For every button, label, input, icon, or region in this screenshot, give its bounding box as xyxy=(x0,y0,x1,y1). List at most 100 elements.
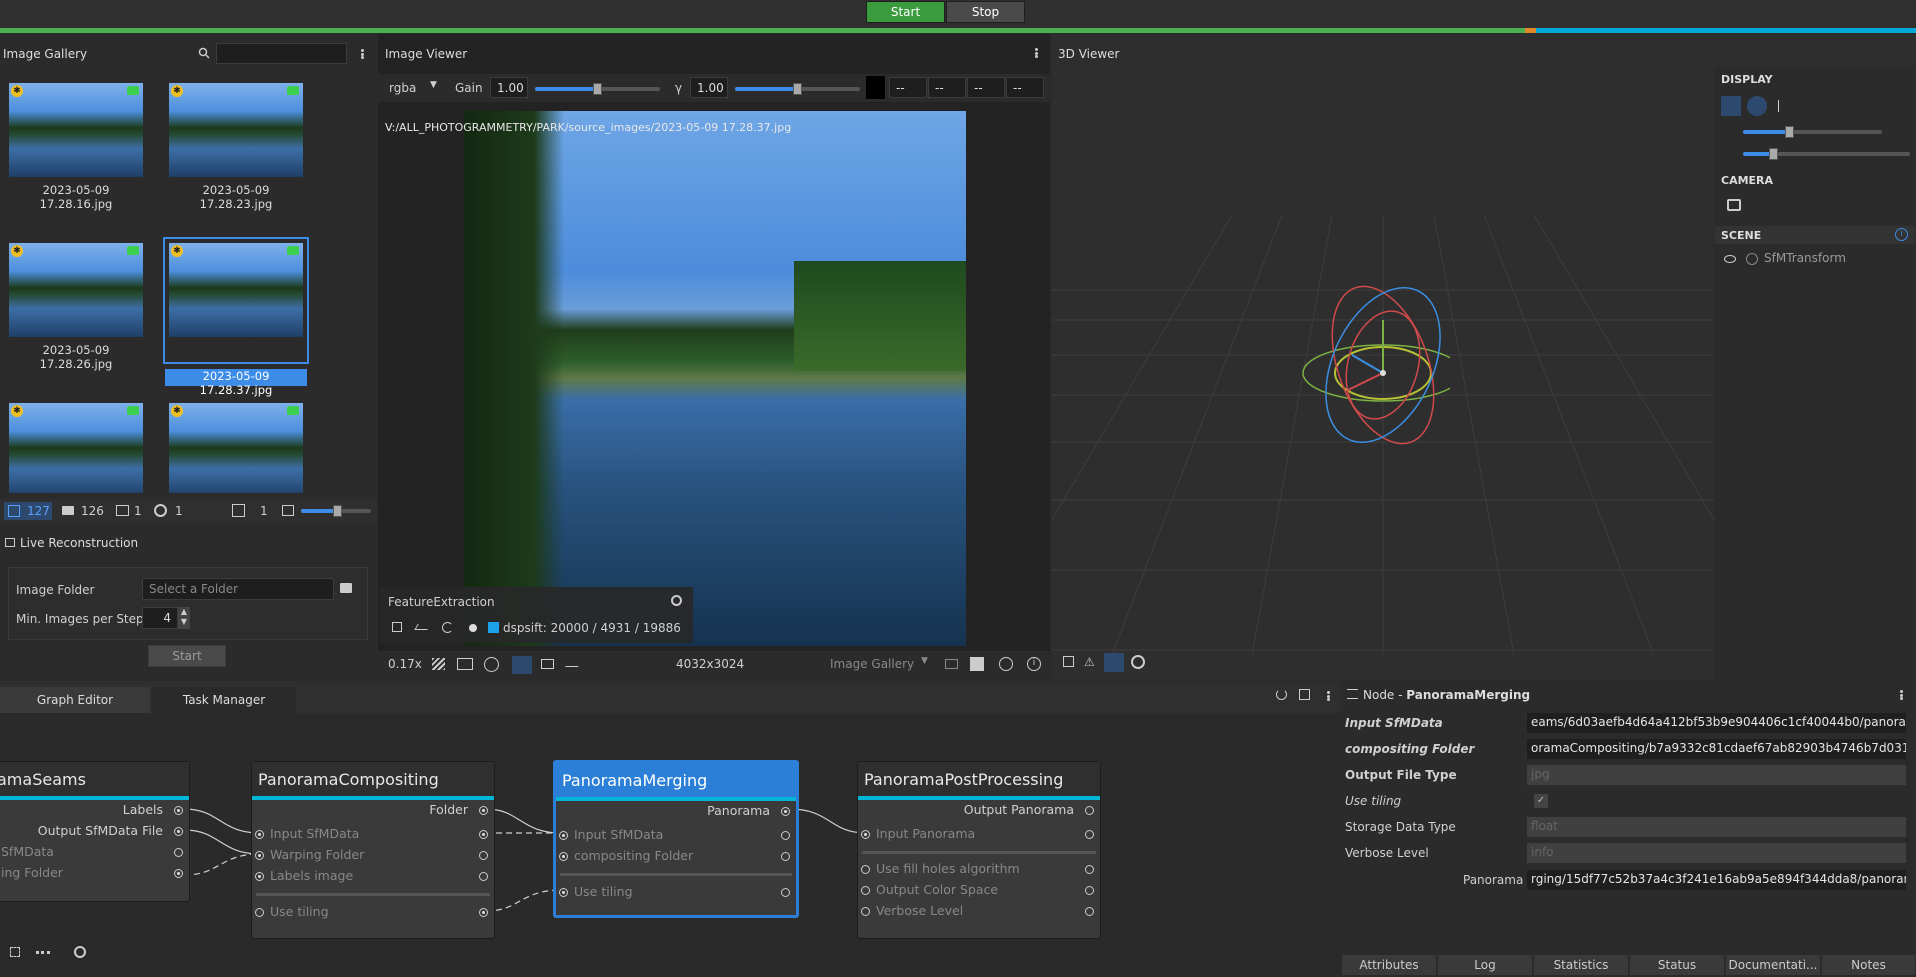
more-icon[interactable] xyxy=(36,951,50,954)
input-port[interactable] xyxy=(255,851,264,860)
aperture-icon[interactable] xyxy=(154,504,167,517)
tab-notes[interactable]: Notes xyxy=(1822,955,1916,975)
folder-icon[interactable] xyxy=(340,583,352,593)
camera-icon[interactable] xyxy=(62,506,74,515)
tab-attributes[interactable]: Attributes xyxy=(1342,955,1437,975)
output-port[interactable] xyxy=(479,908,488,917)
gamma-slider[interactable] xyxy=(735,83,860,95)
feature-color-swatch[interactable] xyxy=(488,622,499,633)
gamma-input[interactable]: 1.00 xyxy=(690,77,728,98)
gallery-menu-icon[interactable] xyxy=(356,47,368,61)
attr-storage-data-type[interactable]: float xyxy=(1527,817,1906,837)
gizmo-toggle-icon[interactable] xyxy=(1747,96,1767,116)
use-tiling-checkbox[interactable]: ✓ xyxy=(1534,794,1548,808)
frame-icon[interactable] xyxy=(457,658,473,670)
gear-icon[interactable] xyxy=(74,946,86,958)
layout-icon[interactable] xyxy=(1299,689,1310,700)
input-port[interactable] xyxy=(861,830,870,839)
warning-icon[interactable]: ⚠ xyxy=(1084,655,1095,669)
output-port[interactable] xyxy=(479,851,488,860)
output-port[interactable] xyxy=(479,872,488,881)
image-folder-input[interactable]: Select a Folder xyxy=(142,578,334,600)
tab-task-manager[interactable]: Task Manager xyxy=(152,687,296,713)
gallery-thumb[interactable]: ✱ 2023-05-09 17.28.16.jpg xyxy=(3,77,149,211)
input-port[interactable] xyxy=(559,831,568,840)
matches-icon[interactable] xyxy=(541,659,554,669)
info-icon[interactable]: i xyxy=(1895,228,1908,241)
node-panorama-merging[interactable]: PanoramaMerging Panorama Input SfMData c… xyxy=(553,760,799,918)
start-button[interactable]: Start xyxy=(866,1,945,23)
stepper-arrows-icon[interactable]: ▲ ▼ xyxy=(178,607,190,629)
gear-icon[interactable] xyxy=(671,595,682,606)
hatch-icon[interactable] xyxy=(432,658,445,670)
attr-panorama-output[interactable]: rging/15df77c52b37a4c3f241e16ab9a5e894f3… xyxy=(1527,870,1906,890)
export-icon[interactable] xyxy=(945,659,958,669)
output-port[interactable] xyxy=(1085,886,1094,895)
gain-input[interactable]: 1.00 xyxy=(490,77,528,98)
histogram-icon[interactable] xyxy=(970,657,984,671)
output-port[interactable] xyxy=(174,848,183,857)
input-port[interactable] xyxy=(255,830,264,839)
chevron-down-icon[interactable]: ▼ xyxy=(921,656,928,666)
search-icon[interactable] xyxy=(198,47,210,59)
eye-icon[interactable] xyxy=(1724,255,1736,263)
globe-icon[interactable] xyxy=(999,657,1013,671)
gallery-thumb[interactable]: ✱ xyxy=(3,397,149,495)
axis-icon[interactable] xyxy=(1778,100,1787,112)
input-port[interactable] xyxy=(559,888,568,897)
features-toggle-icon[interactable] xyxy=(512,656,532,674)
node-panorama-postprocessing[interactable]: PanoramaPostProcessing Output Panorama I… xyxy=(857,761,1101,939)
square-icon[interactable] xyxy=(1063,656,1074,667)
gallery-search-input[interactable] xyxy=(216,43,347,64)
output-port[interactable] xyxy=(1085,806,1094,815)
chevron-down-icon[interactable]: ▼ xyxy=(430,80,437,90)
input-port[interactable] xyxy=(861,865,870,874)
attributes-menu-icon[interactable] xyxy=(1895,688,1907,702)
point-size-slider[interactable] xyxy=(1743,126,1882,138)
settings-gear-icon[interactable] xyxy=(1131,655,1145,669)
gallery-thumb-selected[interactable]: ✱ 2023-05-09 17.28.37.jpg xyxy=(163,237,309,397)
scene-item-label[interactable]: SfMTransform xyxy=(1764,251,1846,265)
stop-button[interactable]: Stop xyxy=(946,1,1025,23)
attr-input-sfmdata[interactable]: eams/6d03aefb4d64a412bf53b9e904406c1cf40… xyxy=(1527,713,1906,733)
grid-toggle-icon[interactable] xyxy=(1721,96,1741,116)
dot-icon[interactable] xyxy=(469,624,477,632)
input-port[interactable] xyxy=(559,852,568,861)
tab-statistics[interactable]: Statistics xyxy=(1534,955,1629,975)
transform-gizmo[interactable] xyxy=(1270,260,1450,460)
input-port[interactable] xyxy=(255,908,264,917)
output-port[interactable] xyxy=(479,806,488,815)
tab-documentation[interactable]: Documentati... xyxy=(1726,955,1821,975)
output-port[interactable] xyxy=(174,869,183,878)
input-port[interactable] xyxy=(255,872,264,881)
stack-icon[interactable] xyxy=(232,504,245,517)
gain-slider[interactable] xyxy=(535,83,660,95)
no-camera-icon[interactable] xyxy=(116,505,129,516)
output-port[interactable] xyxy=(781,831,790,840)
min-images-stepper[interactable]: 4 xyxy=(142,607,178,629)
wireframe-toggle-icon[interactable] xyxy=(1104,653,1124,672)
refresh-icon[interactable] xyxy=(1276,689,1287,700)
main-image[interactable] xyxy=(464,111,966,646)
image-source-select[interactable]: Image Gallery xyxy=(830,657,914,671)
node-panorama-compositing[interactable]: PanoramaCompositing Folder Input SfMData… xyxy=(251,761,495,939)
output-port[interactable] xyxy=(1085,865,1094,874)
thumbnail-size-slider[interactable] xyxy=(301,505,371,517)
input-port[interactable] xyxy=(861,907,870,916)
tab-status[interactable]: Status xyxy=(1630,955,1725,975)
gallery-thumb[interactable]: ✱ 2023-05-09 17.28.23.jpg xyxy=(163,77,309,211)
output-port[interactable] xyxy=(174,806,183,815)
tab-log[interactable]: Log xyxy=(1438,955,1533,975)
node-panorama-seams[interactable]: amaSeams Labels Output SfMData File SfMD… xyxy=(0,761,190,902)
input-port[interactable] xyxy=(861,886,870,895)
output-port[interactable] xyxy=(1085,907,1094,916)
gallery-thumb[interactable]: ✱ 2023-05-09 17.28.26.jpg xyxy=(3,237,149,371)
camera-scale-slider[interactable] xyxy=(1743,148,1910,160)
channel-select[interactable]: rgba xyxy=(389,81,416,95)
fit-view-icon[interactable] xyxy=(10,947,20,957)
gallery-thumb[interactable]: ✱ xyxy=(163,397,309,495)
attr-compositing-folder[interactable]: oramaCompositing/b7a9332c81cdaef67ab8290… xyxy=(1527,739,1906,759)
live-start-button[interactable]: Start xyxy=(148,645,226,667)
refresh-icon[interactable] xyxy=(442,622,453,633)
viewer-menu-icon[interactable] xyxy=(1030,46,1042,60)
